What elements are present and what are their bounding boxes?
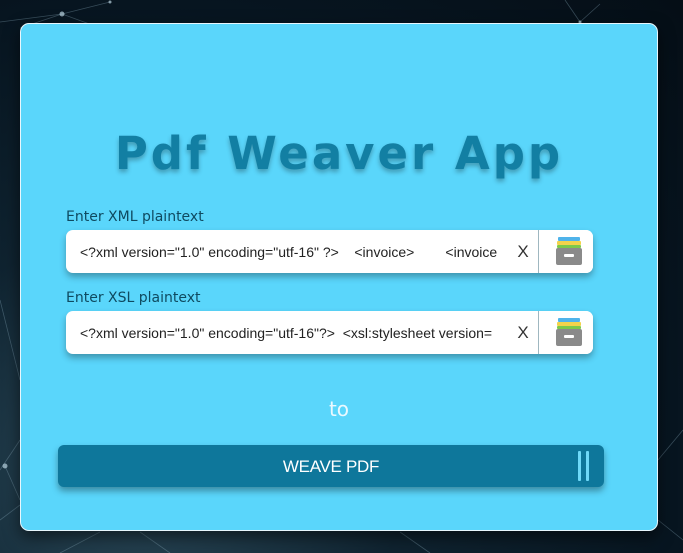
xml-clear-button[interactable]: X — [510, 230, 536, 273]
xml-input[interactable] — [80, 230, 510, 273]
app-title: Pdf Weaver App — [114, 127, 564, 180]
xsl-input-row: X — [66, 311, 593, 354]
xml-archive-button[interactable] — [538, 230, 593, 273]
xsl-field-label: Enter XSL plaintext — [66, 290, 201, 306]
weave-pdf-button[interactable]: WEAVE PDF — [58, 445, 604, 487]
xml-input-row: X — [66, 230, 593, 273]
xml-field-label: Enter XML plaintext — [66, 209, 204, 225]
xsl-input[interactable] — [80, 311, 510, 354]
xsl-archive-button[interactable] — [538, 311, 593, 354]
xsl-clear-button[interactable]: X — [510, 311, 536, 354]
weave-pdf-label: WEAVE PDF — [282, 457, 380, 476]
separator-to-text: to — [328, 397, 350, 421]
archive-box-icon — [556, 237, 582, 265]
main-card: Pdf Weaver App Enter XML plaintext X Ent… — [20, 23, 658, 531]
double-bar-icon — [576, 451, 592, 481]
archive-box-icon — [556, 318, 582, 346]
